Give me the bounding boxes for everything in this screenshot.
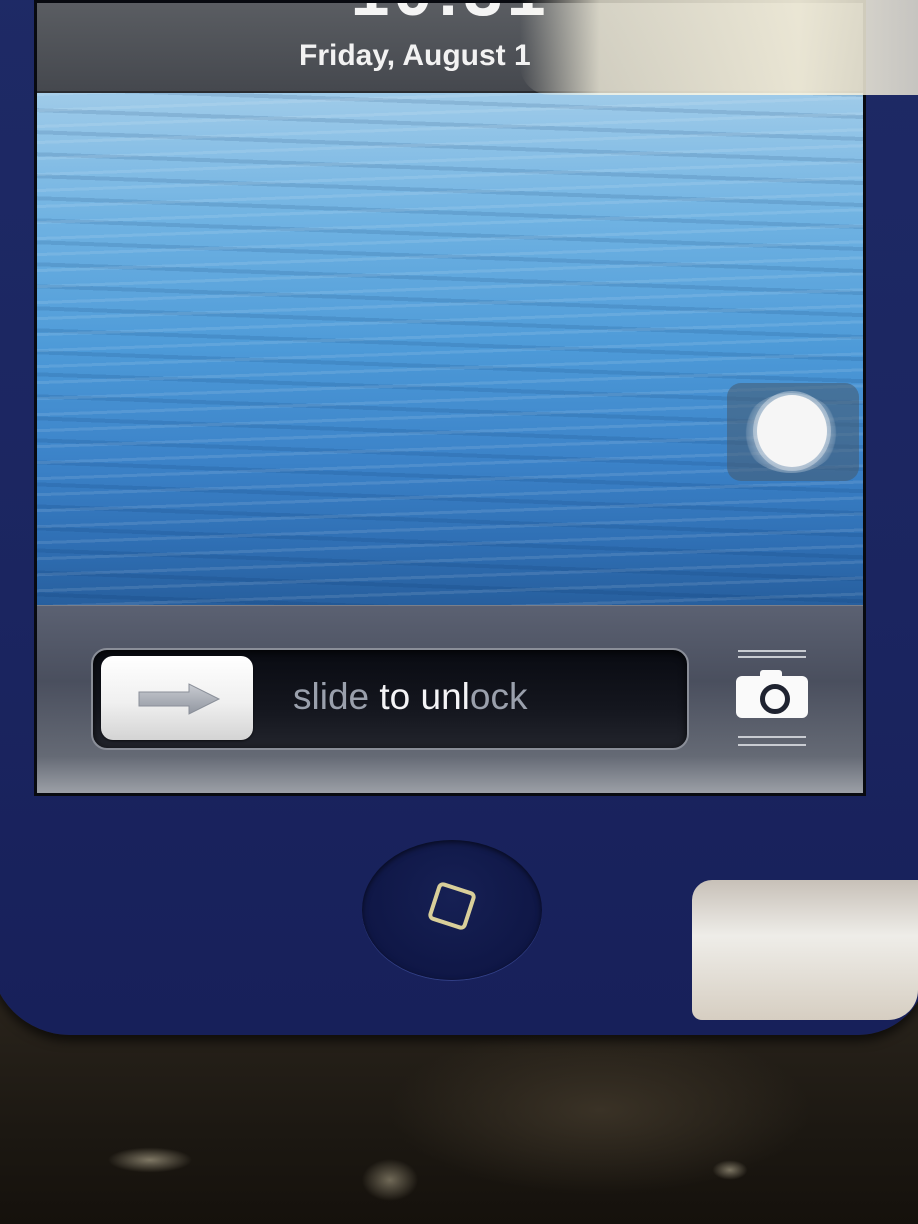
- camera-grabber[interactable]: [732, 646, 812, 748]
- slide-text-dim: slide: [293, 676, 380, 717]
- camera-lens: [760, 684, 790, 714]
- home-button[interactable]: [362, 840, 542, 980]
- lock-date: Friday, August 1: [299, 39, 531, 72]
- assistive-touch-button[interactable]: [727, 383, 859, 481]
- slide-to-unlock-label: slide to unlock: [293, 672, 527, 722]
- slide-text-tail: ock: [469, 676, 528, 717]
- unlock-bar: slide to unlock: [37, 605, 863, 793]
- assistive-touch-icon: [757, 395, 827, 467]
- light-reflection-bottom: [692, 880, 918, 1020]
- arrow-right-icon: [138, 683, 221, 715]
- home-button-icon: [428, 882, 476, 930]
- grip-line-top: [738, 650, 806, 652]
- grip-line-bottom-2: [738, 744, 806, 746]
- screen: 10:31 Friday, August 1: [34, 0, 866, 796]
- light-reflection-top: [520, 0, 918, 95]
- grip-line-bottom: [738, 736, 806, 738]
- camera-icon: [736, 670, 808, 718]
- slide-to-unlock-track[interactable]: slide to unlock: [91, 648, 689, 750]
- wallpaper: [37, 93, 863, 605]
- grip-line-top-2: [738, 656, 806, 658]
- slide-to-unlock-knob[interactable]: [101, 656, 253, 740]
- slide-text-highlight: to unl: [379, 676, 470, 717]
